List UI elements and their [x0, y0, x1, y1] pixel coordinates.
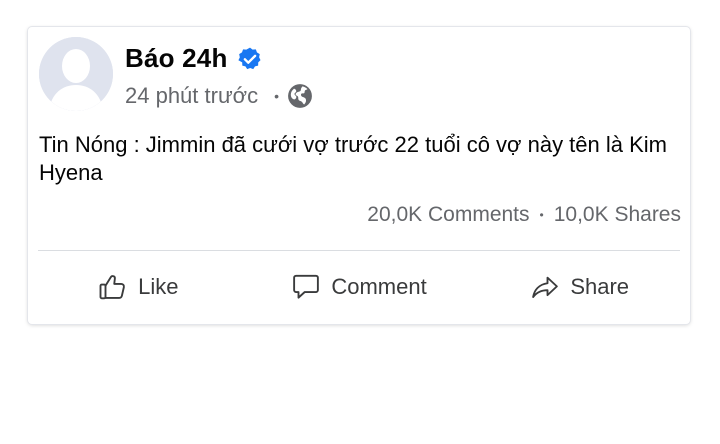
comment-button[interactable]: Comment	[249, 257, 470, 317]
share-arrow-icon	[532, 276, 559, 298]
comment-icon	[293, 274, 320, 299]
meta-separator: •	[274, 88, 280, 104]
stats-separator: •	[539, 208, 544, 222]
author-name[interactable]: Báo 24h	[125, 43, 228, 74]
verified-badge-icon	[237, 46, 263, 72]
comment-label: Comment	[331, 274, 427, 299]
comments-count[interactable]: 20,0K Comments	[367, 203, 529, 227]
action-bar: Like Comment Share	[28, 257, 690, 317]
post-meta: 24 phút trước •	[125, 83, 313, 109]
shares-count[interactable]: 10,0K Shares	[554, 203, 681, 227]
author-line: Báo 24h	[125, 43, 263, 74]
engagement-stats: 20,0K Comments • 10,0K Shares	[367, 203, 681, 227]
share-button[interactable]: Share	[469, 257, 690, 317]
divider	[38, 250, 680, 251]
post-text: Tin Nóng : Jimmin đã cưới vợ trước 22 tu…	[39, 132, 667, 185]
globe-icon	[287, 83, 313, 109]
like-button[interactable]: Like	[28, 257, 249, 317]
post-card: Báo 24h 24 phút trước • Tin Nóng : Jimmi…	[28, 27, 690, 324]
like-label: Like	[138, 274, 179, 299]
share-label: Share	[570, 274, 630, 299]
avatar[interactable]	[39, 37, 113, 111]
thumbs-up-icon	[99, 275, 126, 300]
post-timestamp[interactable]: 24 phút trước	[125, 83, 258, 109]
